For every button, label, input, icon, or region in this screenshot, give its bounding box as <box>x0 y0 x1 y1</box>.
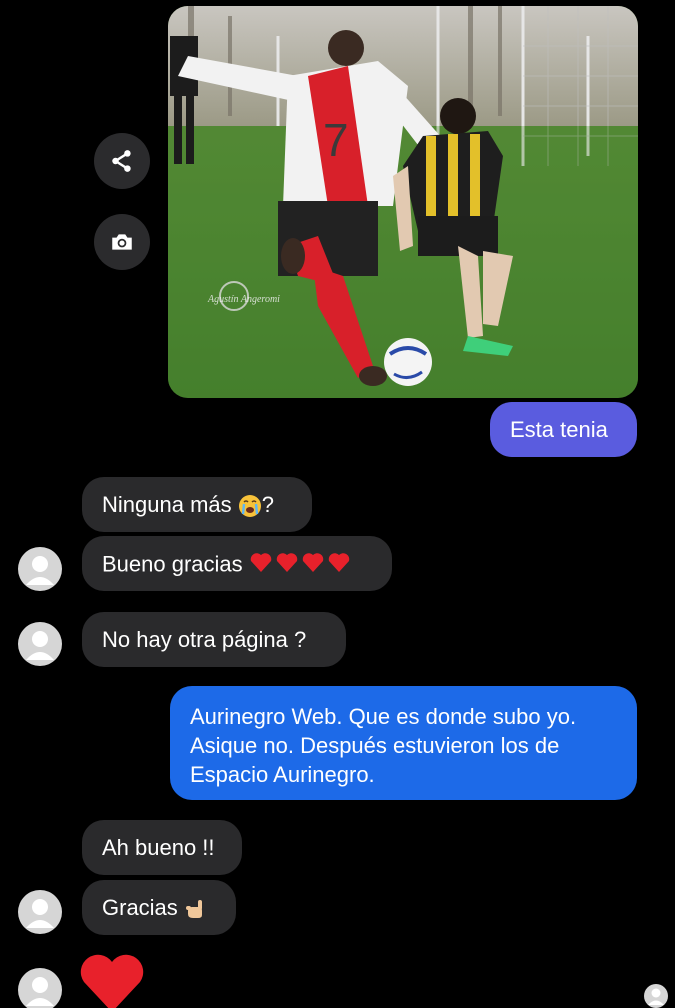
message-text: Esta tenia <box>510 417 608 442</box>
read-receipt-avatar <box>644 984 668 1008</box>
message-incoming-3[interactable]: No hay otra página ? <box>82 612 346 667</box>
svg-text:7: 7 <box>323 114 349 166</box>
photo-message[interactable]: 7 Agustín Angeromi <box>168 6 638 398</box>
crying-face-icon <box>238 495 261 518</box>
chat-screen: 7 Agustín Angeromi Esta tenia Ninguna má… <box>0 0 675 1008</box>
message-text: Gracias <box>102 895 178 920</box>
photo-watermark: Agustín Angeromi <box>207 294 280 305</box>
message-suffix: ? <box>261 492 275 517</box>
big-red-heart-icon[interactable] <box>80 954 144 1008</box>
camera-icon <box>112 234 132 250</box>
camera-button[interactable] <box>94 214 150 270</box>
message-text: No hay otra página ? <box>102 627 307 652</box>
contact-avatar[interactable] <box>18 547 62 591</box>
message-outgoing-2[interactable]: Aurinegro Web. Que es donde subo yo. Asi… <box>170 686 637 800</box>
message-text: Ninguna más <box>102 492 232 517</box>
user-icon <box>26 899 54 928</box>
message-text: Bueno gracias <box>102 551 243 577</box>
user-icon <box>648 988 664 1005</box>
call-me-hand-icon <box>185 900 202 919</box>
message-text: Aurinegro Web. Que es donde subo yo. Asi… <box>190 704 577 787</box>
message-text: Ah bueno !! <box>102 835 215 860</box>
contact-avatar[interactable] <box>18 968 62 1008</box>
share-icon <box>112 150 131 172</box>
contact-avatar[interactable] <box>18 622 62 666</box>
user-icon <box>26 556 54 585</box>
contact-avatar[interactable] <box>18 890 62 934</box>
message-incoming-5[interactable]: Gracias <box>82 880 236 935</box>
message-incoming-1[interactable]: Ninguna más ? <box>82 477 312 532</box>
user-icon <box>26 977 54 1006</box>
user-icon <box>26 631 54 660</box>
message-incoming-4[interactable]: Ah bueno !! <box>82 820 242 875</box>
share-button[interactable] <box>94 133 150 189</box>
message-incoming-2[interactable]: Bueno gracias <box>82 536 392 591</box>
message-outgoing-1[interactable]: Esta tenia <box>490 402 637 457</box>
red-hearts-icon <box>249 550 353 581</box>
